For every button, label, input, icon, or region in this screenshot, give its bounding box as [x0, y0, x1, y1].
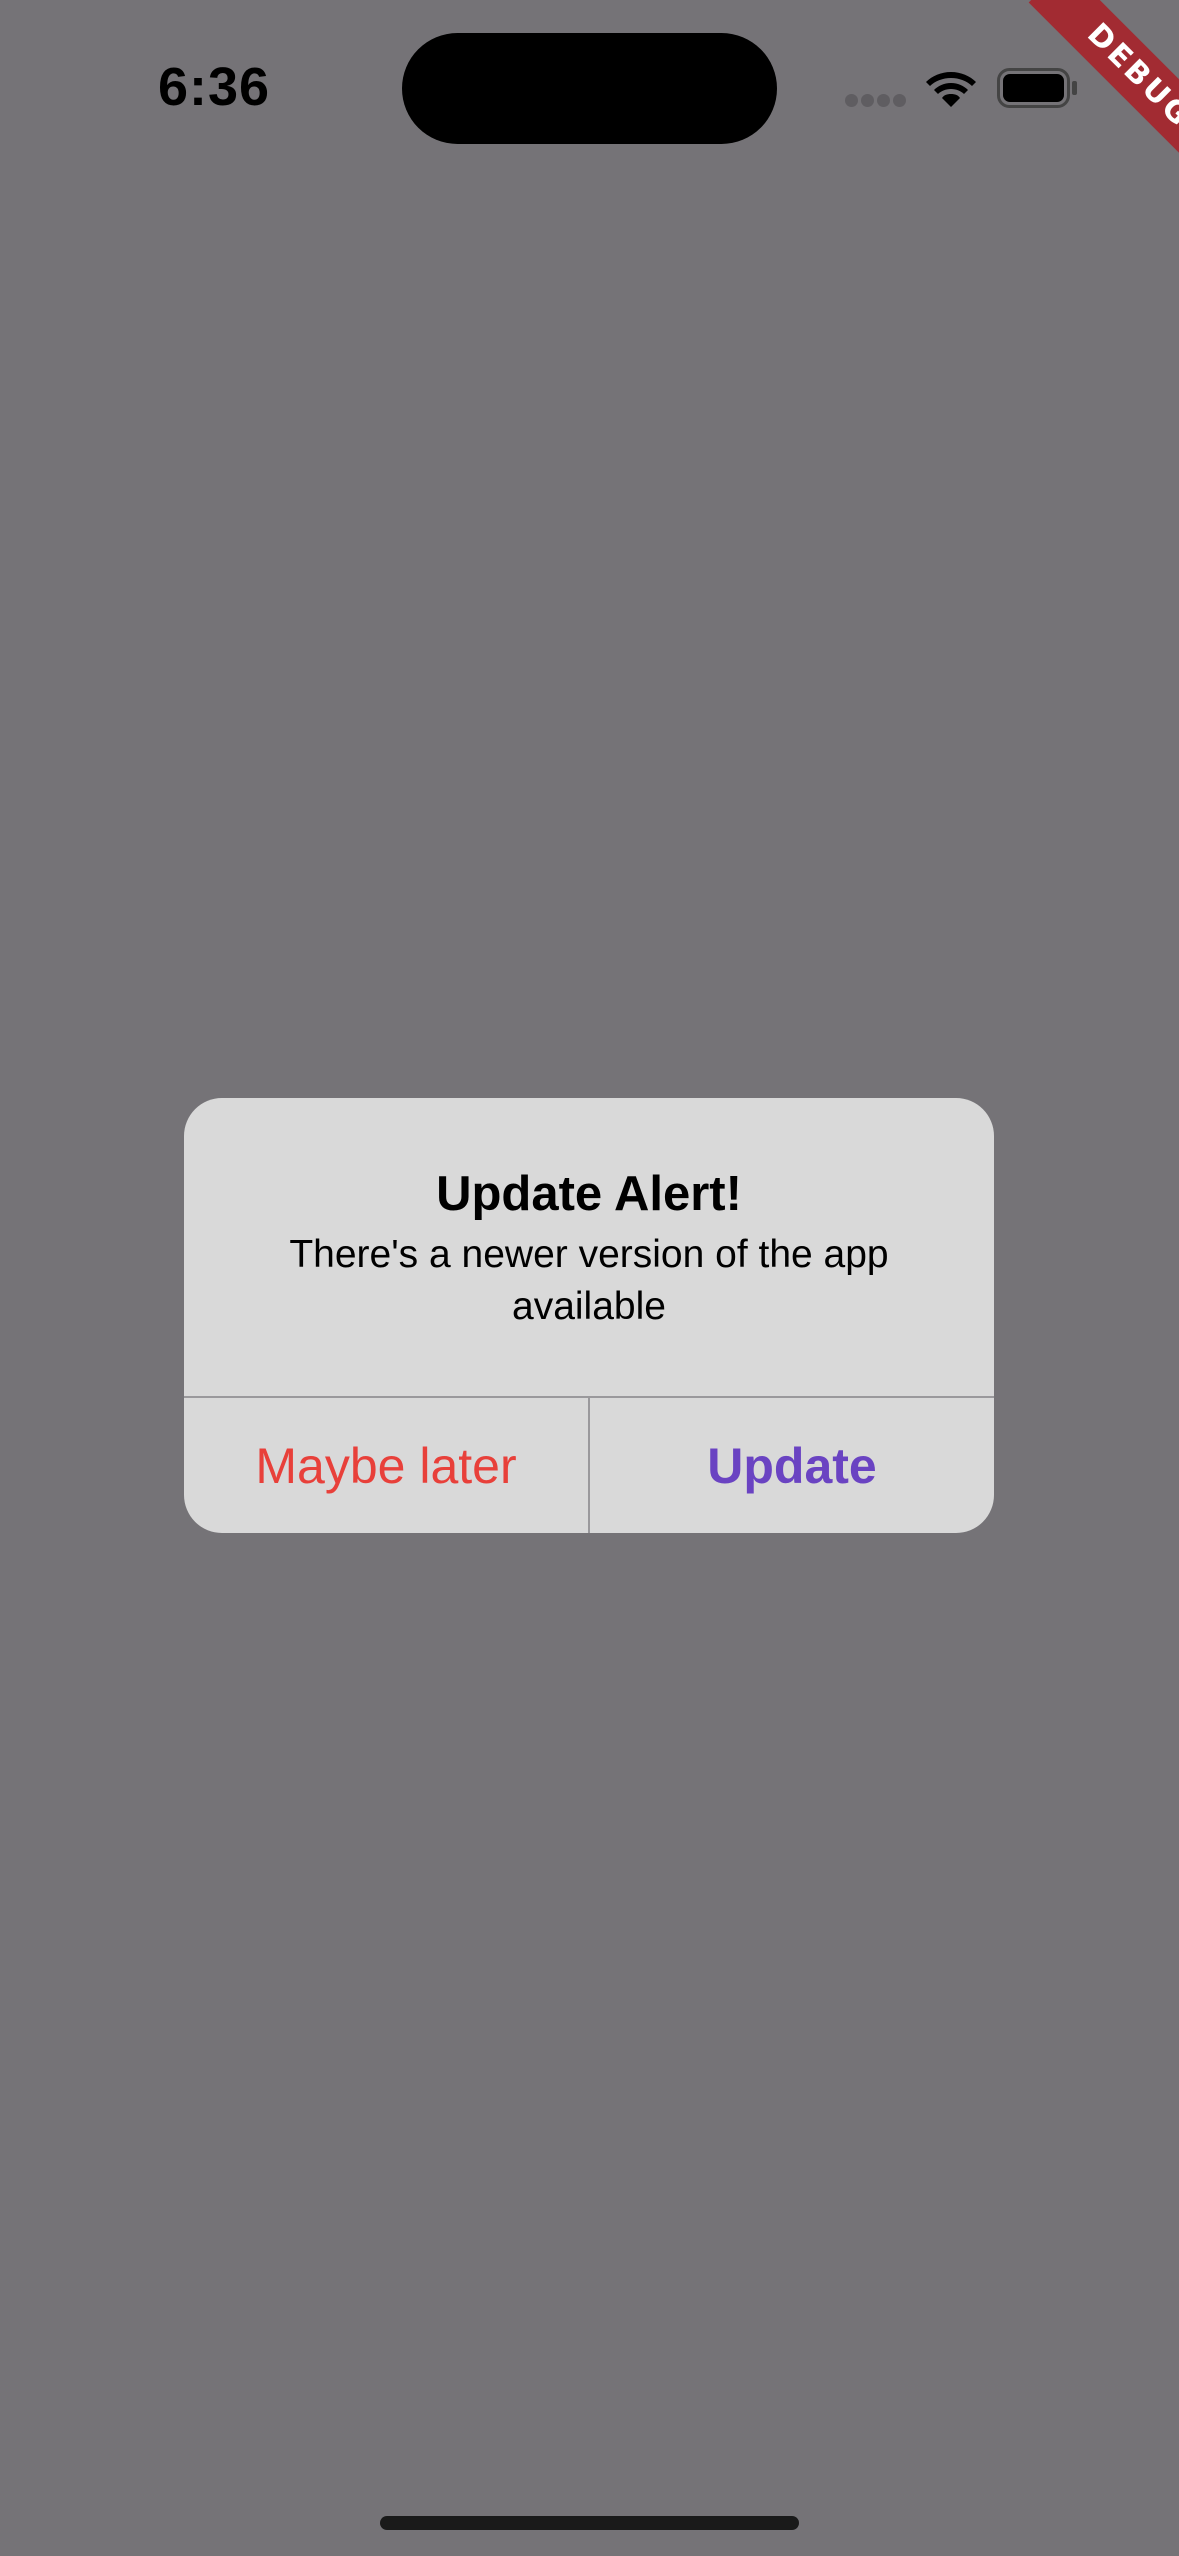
alert-title: Update Alert!: [436, 1167, 742, 1221]
alert-message: There's a newer version of the app avail…: [289, 1233, 889, 1328]
signal-dots-icon: [845, 94, 907, 108]
update-button[interactable]: Update: [590, 1398, 994, 1533]
status-time: 6:36: [158, 57, 271, 117]
maybe-later-label: Maybe later: [255, 1437, 517, 1494]
update-label: Update: [707, 1437, 877, 1494]
maybe-later-button[interactable]: Maybe later: [184, 1398, 588, 1533]
home-indicator[interactable]: [380, 2516, 799, 2530]
app-screen: 6:36 DEBUG Update Alert! There's a newer…: [0, 0, 1179, 2556]
wifi-icon: [926, 72, 976, 107]
debug-banner-label: DEBUG: [1028, 0, 1179, 187]
update-alert-dialog: Update Alert! There's a newer version of…: [184, 1098, 994, 1533]
debug-banner: DEBUG: [979, 0, 1179, 200]
alert-content: Update Alert! There's a newer version of…: [184, 1098, 994, 1396]
dynamic-island: [402, 33, 777, 144]
